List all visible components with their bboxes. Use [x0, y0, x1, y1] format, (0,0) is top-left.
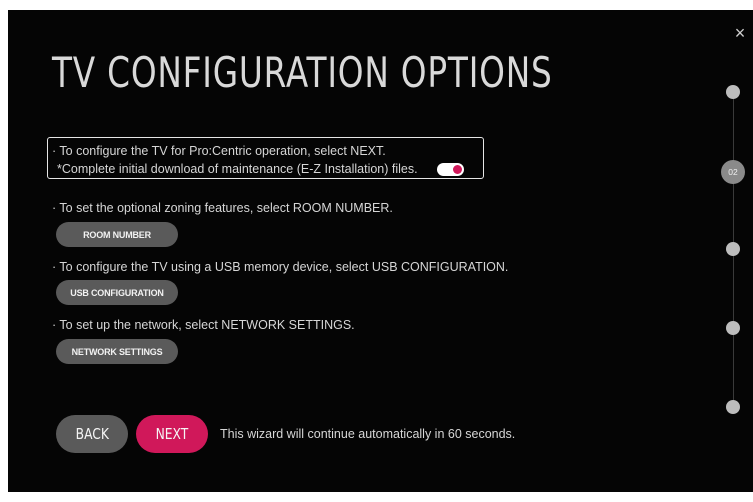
ez-installation-note: *Complete initial download of maintenanc…	[57, 162, 418, 176]
procentric-instruction: · To configure the TV for Pro:Centric op…	[52, 144, 386, 158]
configuration-screen: TV CONFIGURATION OPTIONS × · To configur…	[8, 10, 753, 492]
step-indicator-4	[726, 321, 740, 335]
page-title: TV CONFIGURATION OPTIONS	[52, 48, 553, 97]
network-settings-button[interactable]: NETWORK SETTINGS	[56, 339, 178, 364]
toggle-knob	[453, 165, 462, 174]
auto-continue-message: This wizard will continue automatically …	[220, 427, 516, 441]
step-indicator-3	[726, 242, 740, 256]
ez-installation-toggle[interactable]	[437, 163, 464, 176]
room-number-button[interactable]: ROOM NUMBER	[56, 222, 178, 247]
step-indicator-5	[726, 400, 740, 414]
room-number-instruction: · To set the optional zoning features, s…	[52, 201, 393, 215]
back-button[interactable]: BACK	[56, 415, 128, 453]
network-settings-instruction: · To set up the network, select NETWORK …	[52, 318, 355, 332]
back-button-label: BACK	[75, 425, 109, 443]
next-button-label: NEXT	[155, 425, 189, 443]
usb-configuration-instruction: · To configure the TV using a USB memory…	[52, 260, 509, 274]
step-indicator-1	[726, 85, 740, 99]
next-button[interactable]: NEXT	[136, 415, 208, 453]
usb-configuration-button[interactable]: USB CONFIGURATION	[56, 280, 178, 305]
step-indicator-2-active: 02	[721, 160, 745, 184]
close-icon[interactable]: ×	[732, 24, 748, 42]
